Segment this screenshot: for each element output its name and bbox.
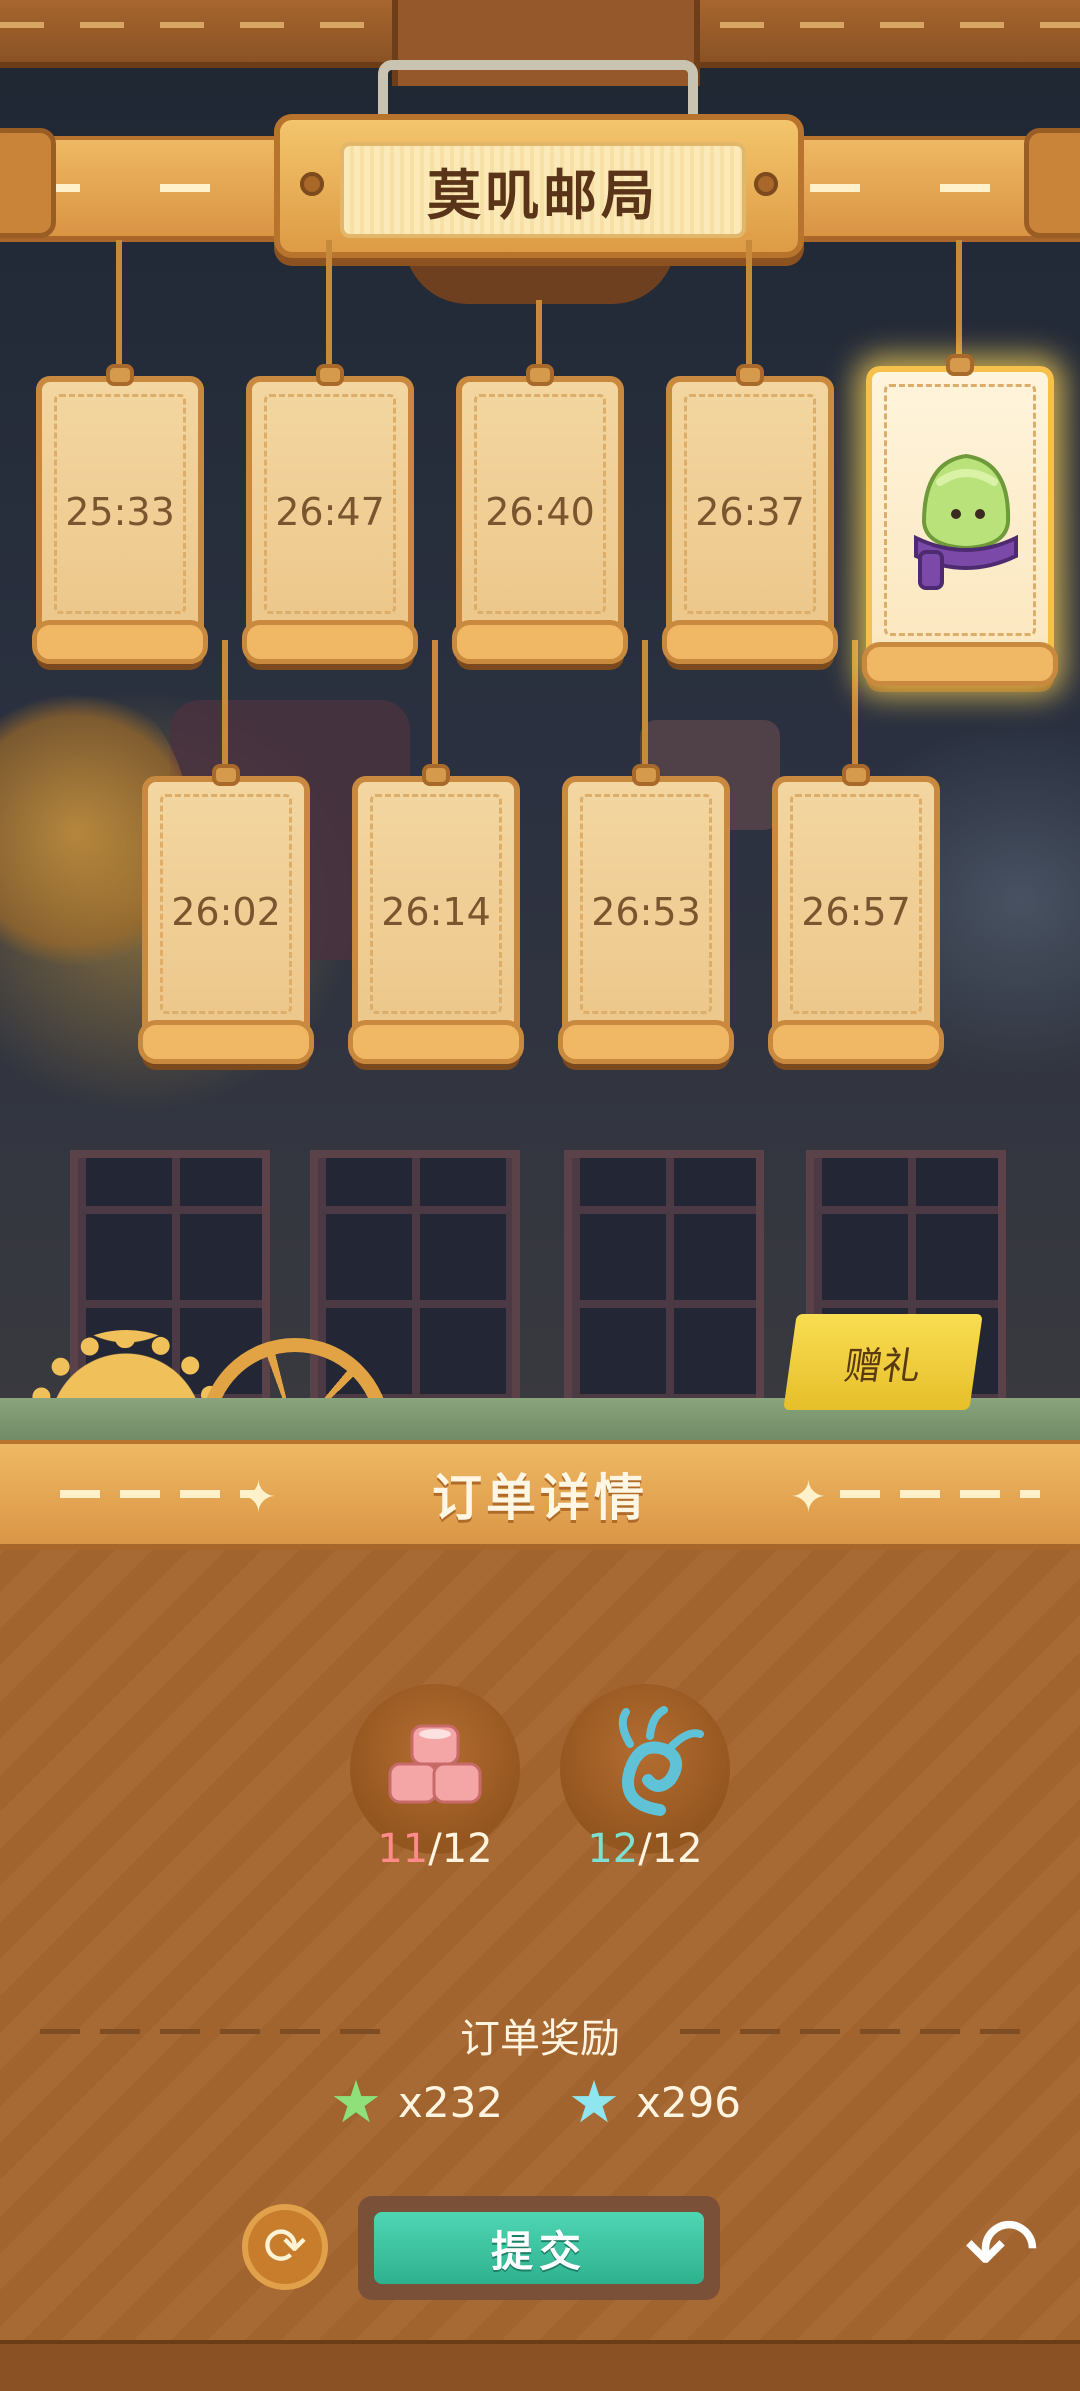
divider	[680, 2029, 1040, 2034]
order-timer: 25:33	[65, 490, 175, 534]
order-timer: 26:14	[381, 890, 491, 934]
order-card[interactable]: 26:14	[348, 764, 524, 1064]
order-card[interactable]: 26:57	[768, 764, 944, 1064]
order-card-selected[interactable]	[862, 354, 1058, 686]
green-star-icon: ★	[330, 2068, 382, 2136]
order-card[interactable]: 26:40	[452, 364, 628, 664]
requirement-count: 11/12	[377, 1826, 493, 1872]
order-timer: 26:53	[591, 890, 701, 934]
sign-hanger	[378, 60, 698, 120]
background-shelf	[564, 1150, 764, 1410]
page-title: 莫叽邮局	[340, 142, 746, 238]
bottom-wood-edge	[0, 2340, 1080, 2391]
order-card[interactable]: 26:37	[662, 364, 838, 664]
reward-item: ★ x232	[330, 2068, 504, 2136]
green-slime-with-scarf-icon	[914, 453, 1018, 590]
title-plate: 莫叽邮局	[274, 114, 804, 258]
refresh-icon: ⟳	[263, 2217, 307, 2277]
order-timer: 26:02	[171, 890, 281, 934]
sparkle-icon: ✦	[240, 1472, 277, 1523]
gift-badge[interactable]: 赠礼	[783, 1314, 983, 1410]
reward-title: 订单奖励	[460, 2016, 620, 2062]
rail-end-right	[1024, 128, 1080, 238]
order-timer: 26:40	[485, 490, 595, 534]
sparkle-icon: ✦	[790, 1472, 827, 1523]
gift-label: 赠礼	[841, 1343, 924, 1388]
back-arrow-icon: ↶	[964, 2197, 1040, 2303]
order-timer: 26:57	[801, 890, 911, 934]
detail-title-rail: ✦ 订单详情 ✦	[0, 1440, 1080, 1550]
rail-end-left	[0, 128, 56, 238]
detail-title: 订单详情	[432, 1469, 648, 1527]
blue-star-icon: ★	[568, 2068, 620, 2136]
back-button[interactable]: ↶	[952, 2197, 1052, 2303]
reward-amount: x296	[636, 2077, 742, 2127]
refresh-button[interactable]: ⟳	[242, 2204, 328, 2290]
order-card[interactable]: 26:02	[138, 764, 314, 1064]
submit-label: 提交	[374, 2212, 704, 2284]
reward-item: ★ x296	[568, 2068, 742, 2136]
order-timer: 26:47	[275, 490, 385, 534]
reward-amount: x232	[398, 2077, 504, 2127]
submit-button[interactable]: 提交	[358, 2196, 720, 2300]
order-card[interactable]: 26:53	[558, 764, 734, 1064]
order-card[interactable]: 26:47	[242, 364, 418, 664]
order-card[interactable]: 25:33	[32, 364, 208, 664]
game-scene: 莫叽邮局 25:33 26:47 26:40 26:37 26:02 26:14…	[0, 0, 1080, 1440]
order-timer: 26:37	[695, 490, 805, 534]
requirement-count: 12/12	[587, 1826, 703, 1872]
